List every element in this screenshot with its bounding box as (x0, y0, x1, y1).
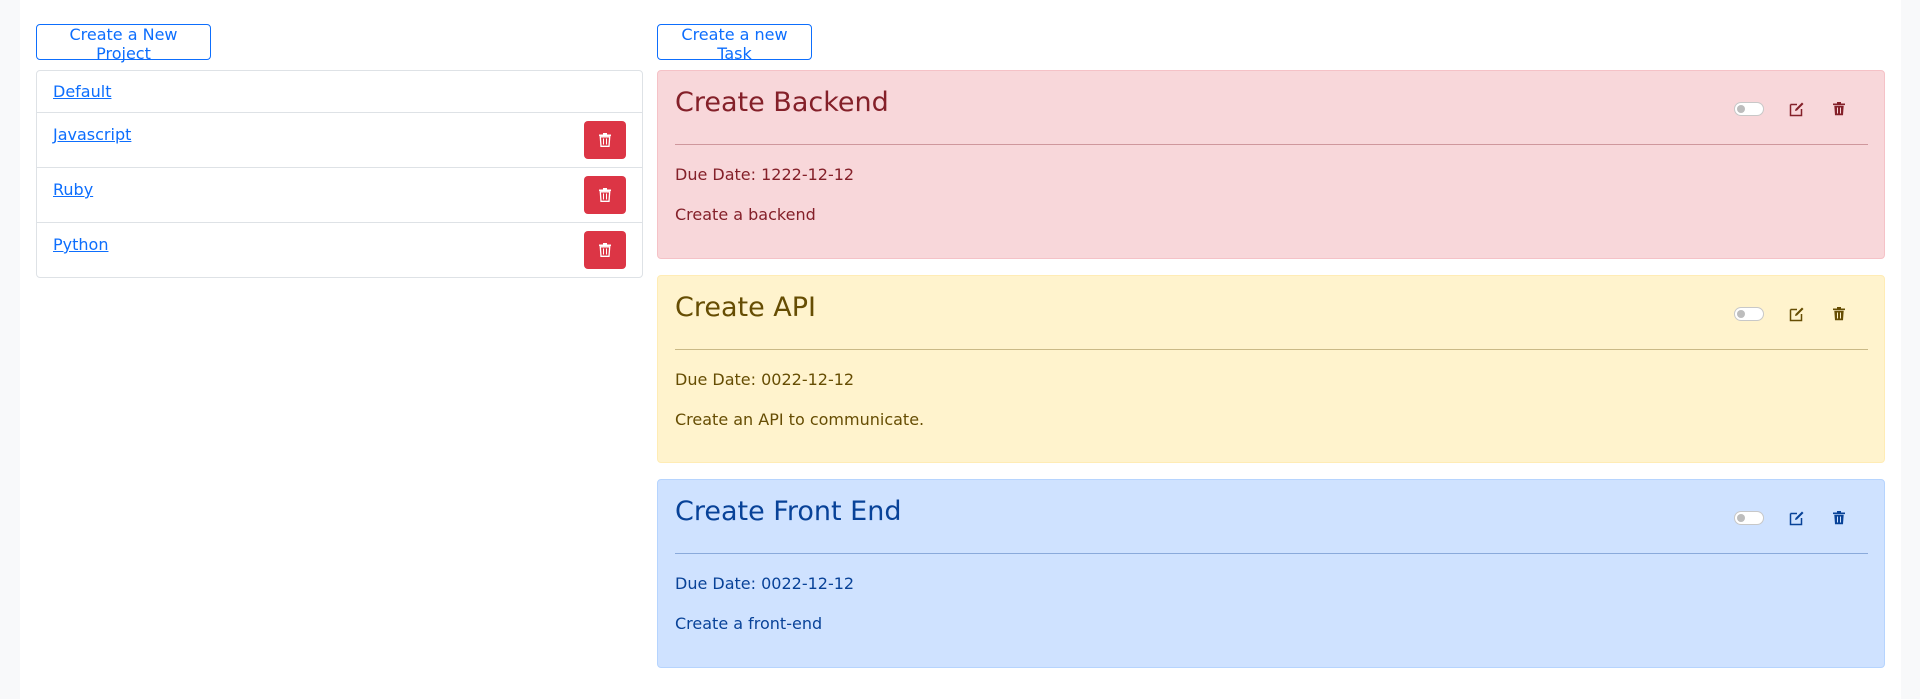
edit-icon (1789, 511, 1804, 526)
task-divider (675, 144, 1868, 145)
task-complete-toggle[interactable] (1734, 307, 1764, 321)
project-item: Ruby (37, 167, 642, 222)
project-item: Default (37, 71, 642, 112)
task-divider (675, 553, 1868, 554)
task-due-date: Due Date: 0022-12-12 (675, 574, 855, 593)
task-due-date: Due Date: 0022-12-12 (675, 370, 855, 389)
task-divider (675, 349, 1868, 350)
project-list: Default Javascript Ruby Python (36, 70, 643, 278)
task-due-date: Due Date: 1222-12-12 (675, 165, 855, 184)
trash-icon (1833, 511, 1845, 525)
toggle-knob (1737, 105, 1745, 113)
project-link-python[interactable]: Python (53, 235, 108, 254)
task-card: Create Front End Due Date: 0022-12-12 Cr… (657, 479, 1885, 668)
trash-icon (599, 133, 611, 147)
delete-task-button[interactable] (1828, 507, 1850, 529)
project-item: Python (37, 222, 642, 277)
edit-task-button[interactable] (1786, 303, 1808, 325)
task-complete-toggle[interactable] (1734, 511, 1764, 525)
project-item: Javascript (37, 112, 642, 167)
trash-icon (599, 188, 611, 202)
delete-project-button[interactable] (584, 176, 626, 214)
project-link-javascript[interactable]: Javascript (53, 125, 131, 144)
create-task-button[interactable]: Create a new Task (657, 24, 812, 63)
task-title: Create Backend (675, 87, 889, 118)
task-title: Create Front End (675, 496, 902, 527)
task-description: Create a backend (675, 205, 816, 224)
create-project-button[interactable]: Create a New Project (36, 24, 211, 63)
project-link-default[interactable]: Default (53, 82, 111, 101)
task-card: Create API Due Date: 0022-12-12 Create a… (657, 275, 1885, 463)
task-complete-toggle[interactable] (1734, 102, 1764, 116)
trash-icon (1833, 307, 1845, 321)
delete-project-button[interactable] (584, 121, 626, 159)
edit-icon (1789, 102, 1804, 117)
edit-task-button[interactable] (1786, 507, 1808, 529)
delete-task-button[interactable] (1828, 303, 1850, 325)
trash-icon (599, 243, 611, 257)
delete-project-button[interactable] (584, 231, 626, 269)
task-title: Create API (675, 292, 817, 323)
page: Create a New Project Create a new Task D… (20, 0, 1901, 699)
trash-icon (1833, 102, 1845, 116)
edit-icon (1789, 307, 1804, 322)
task-description: Create a front-end (675, 614, 823, 633)
task-description: Create an API to communicate. (675, 410, 925, 429)
task-card: Create Backend Due Date: 1222-12-12 Crea… (657, 70, 1885, 259)
toggle-knob (1737, 310, 1745, 318)
project-link-ruby[interactable]: Ruby (53, 180, 93, 199)
delete-task-button[interactable] (1828, 98, 1850, 120)
edit-task-button[interactable] (1786, 98, 1808, 120)
toggle-knob (1737, 514, 1745, 522)
